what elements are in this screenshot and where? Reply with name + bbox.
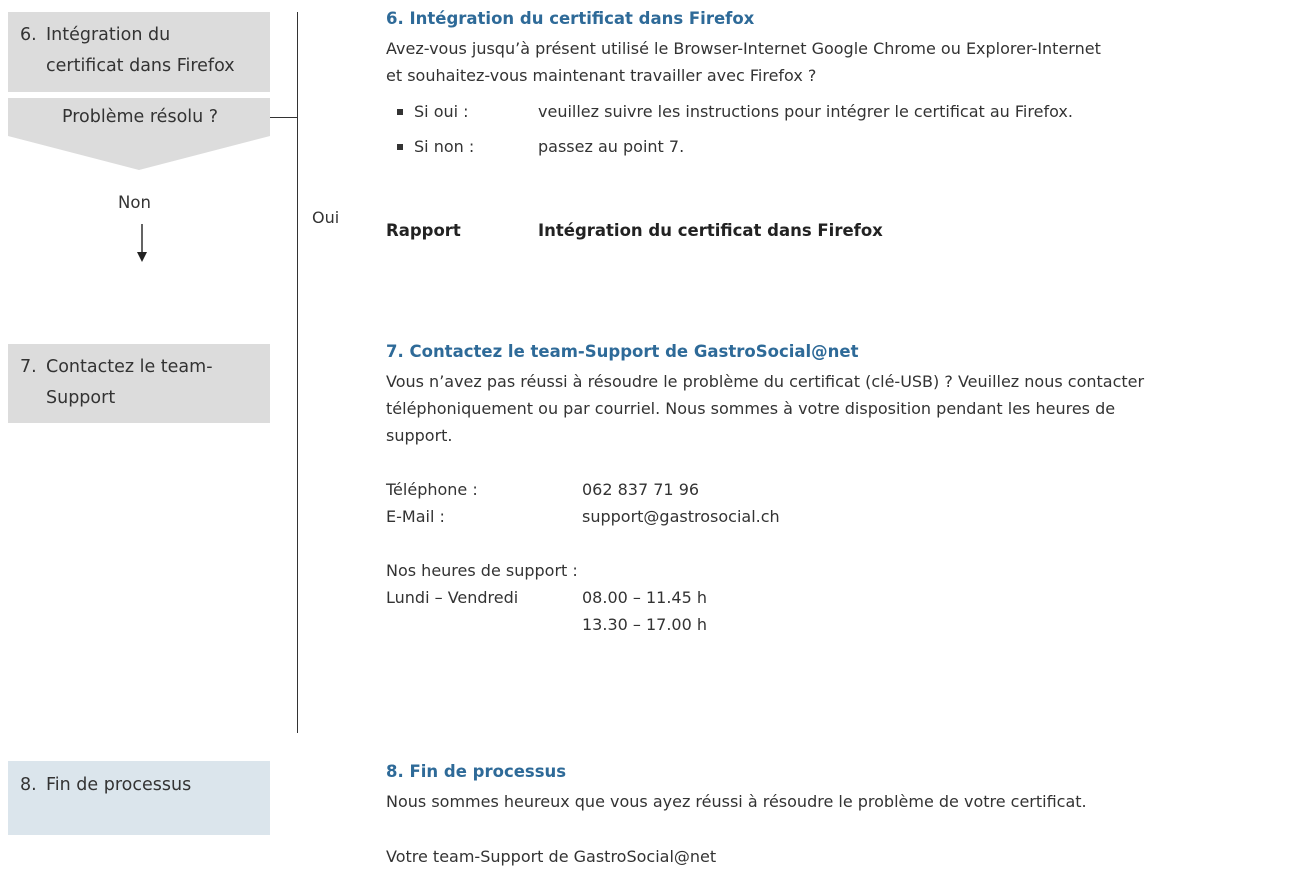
section8-heading: 8. Fin de processus (386, 762, 567, 781)
step8-line1: Fin de processus (46, 775, 192, 795)
section7-para-line3: support. (386, 426, 453, 445)
step7-number: 7. (20, 357, 37, 377)
no-label: Non (118, 193, 151, 212)
down-arrow-icon (137, 224, 147, 262)
bullet-no-label: Si non : (414, 137, 475, 156)
hours-morning: 08.00 – 11.45 h (582, 588, 708, 607)
section6-para-line1: Avez-vous jusqu’à présent utilisé le Bro… (386, 39, 1101, 58)
phone-value[interactable]: 062 837 71 96 (582, 478, 699, 502)
bullet-icon (397, 109, 403, 115)
section8-para: Nous sommes heureux que vous ayez réussi… (386, 792, 1087, 811)
yes-label: Oui (312, 208, 340, 227)
step6-number: 6. (20, 25, 37, 45)
report-label: Rapport (386, 221, 461, 240)
step6-line1: Intégration du (46, 25, 171, 45)
bullet-no-text: passez au point 7. (538, 137, 685, 156)
step8-label: 8. Fin de processus (20, 770, 191, 800)
email-label: E-Mail : (386, 507, 445, 526)
step8-number: 8. (20, 775, 37, 795)
section7-para-line1: Vous n’avez pas réussi à résoudre le pro… (386, 372, 1145, 391)
bullet-icon (397, 144, 403, 150)
step6-line2: certificat dans Firefox (46, 56, 235, 76)
report-title[interactable]: Intégration du certificat dans Firefox (538, 219, 883, 243)
step7-line2: Support (46, 388, 116, 408)
days-label: Lundi – Vendredi (386, 588, 519, 607)
hours-afternoon: 13.30 – 17.00 h (582, 615, 708, 634)
signature: Votre team-Support de GastroSocial@net (386, 847, 717, 866)
section6-para-line2: et souhaitez-vous maintenant travailler … (386, 66, 817, 85)
section7-heading: 7. Contactez le team-Support de GastroSo… (386, 342, 859, 361)
section6-heading: 6. Intégration du certificat dans Firefo… (386, 9, 755, 28)
flow-connector-line (270, 117, 298, 118)
bullet-yes-label: Si oui : (414, 102, 469, 121)
hours-heading: Nos heures de support : (386, 561, 578, 580)
phone-label: Téléphone : (386, 480, 478, 499)
step6-label: 6. Intégration du (20, 20, 170, 50)
decision-label: Problème résolu ? (62, 107, 219, 127)
step7-label-2: Support (46, 383, 115, 413)
bullet-yes-text: veuillez suivre les instructions pour in… (538, 102, 1073, 121)
section7-para-line2: téléphoniquement ou par courriel. Nous s… (386, 399, 1116, 418)
email-value[interactable]: support@gastrosocial.ch (582, 505, 780, 529)
step6-label-2: certificat dans Firefox (46, 51, 235, 81)
flow-vertical-line (297, 12, 298, 733)
step7-label: 7. Contactez le team- (20, 352, 213, 382)
step7-line1: Contactez le team- (46, 357, 213, 377)
